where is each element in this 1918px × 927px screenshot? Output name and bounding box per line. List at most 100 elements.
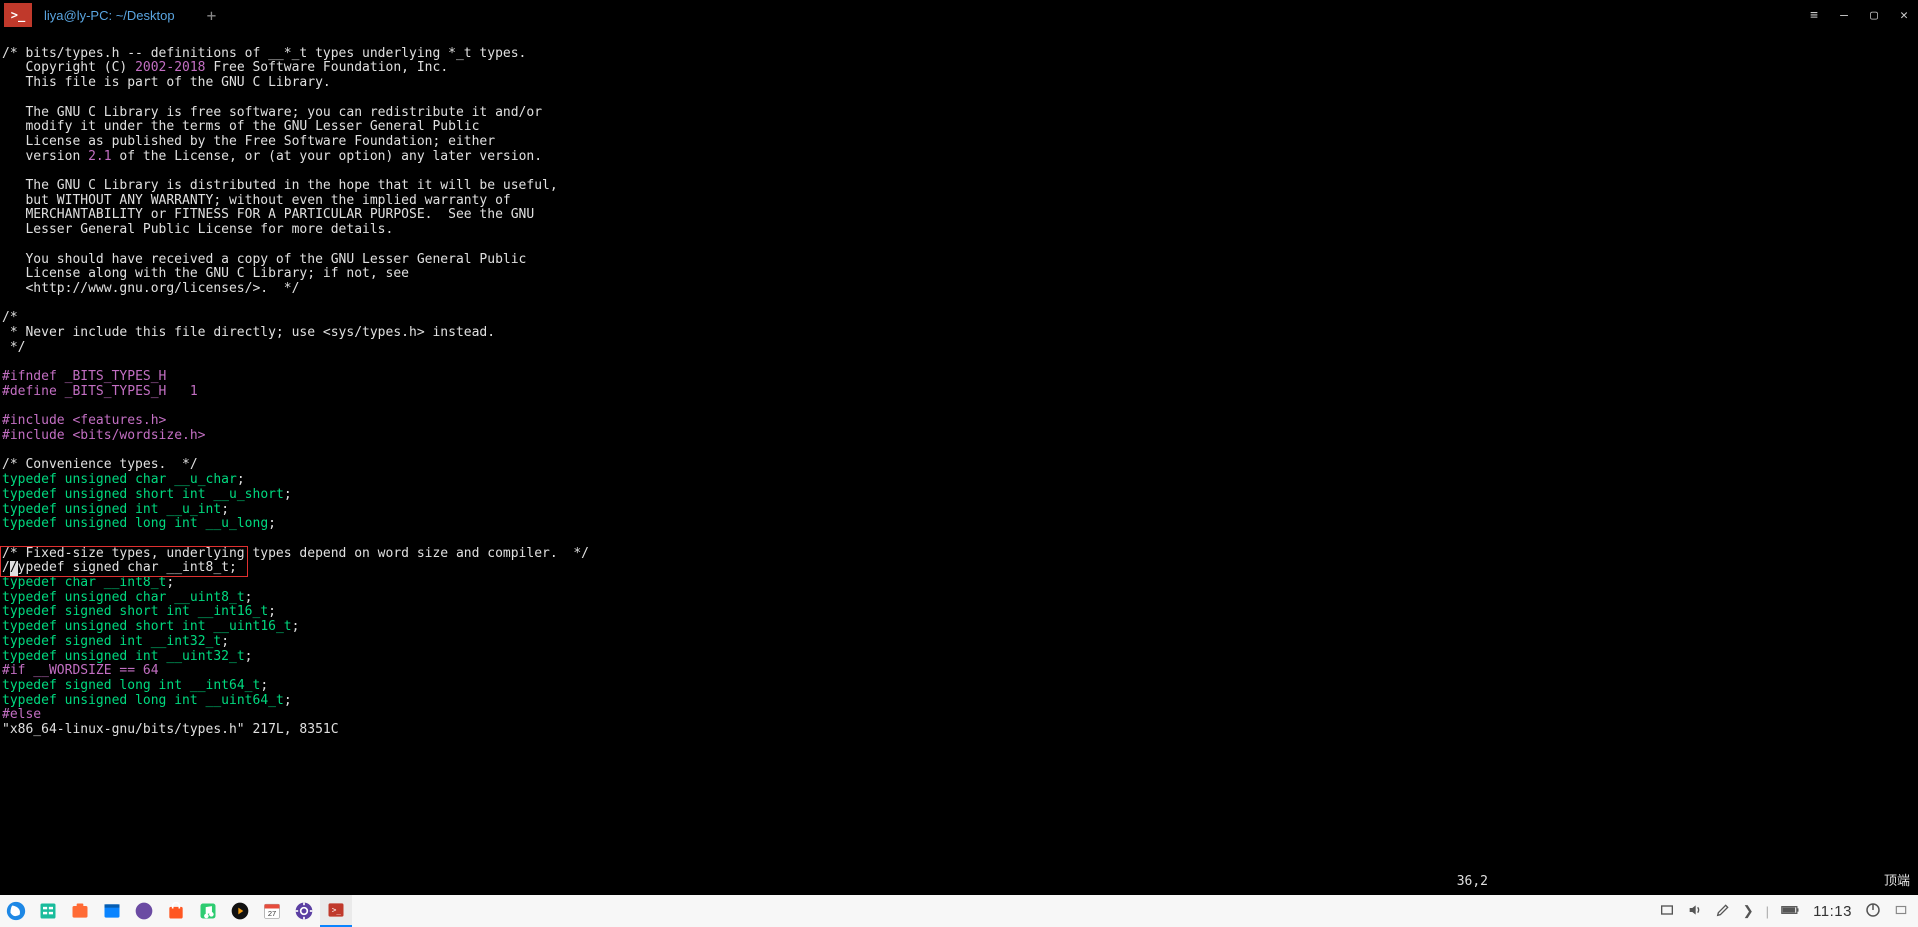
code-token: of the License, or (at your option) any … [112, 149, 542, 164]
code-token: typedef [2, 502, 57, 517]
code-token: char [135, 472, 174, 487]
media-player-icon[interactable] [224, 895, 256, 927]
battery-icon[interactable] [1781, 904, 1801, 919]
code-token: int [135, 649, 166, 664]
close-button[interactable]: ✕ [1896, 8, 1912, 23]
code-line: Lesser General Public License for more d… [2, 222, 393, 237]
code-token: <bits/wordsize.h> [72, 428, 205, 443]
tray-folder-icon[interactable] [1659, 902, 1675, 921]
code-token: ; [268, 516, 276, 531]
code-token: signed [57, 634, 120, 649]
code-token: short int [135, 619, 213, 634]
code-token: unsigned [57, 502, 135, 517]
vim-file-status: "x86_64-linux-gnu/bits/types.h" 217L, 83… [2, 722, 339, 737]
code-token: __uint64_t [206, 693, 284, 708]
taskbar: 27 >_ ❯ | 11:13 [0, 895, 1918, 927]
terminal-taskbar-icon[interactable]: >_ [320, 895, 352, 927]
code-token: Free Software Foundation, Inc. [206, 60, 449, 75]
vim-cursor-position: 36,2 [1457, 874, 1488, 889]
code-line: /* Convenience types. */ [2, 457, 198, 472]
code-token: unsigned [57, 590, 135, 605]
code-token: signed [57, 604, 120, 619]
code-token: ; [284, 693, 292, 708]
minimize-button[interactable]: — [1836, 8, 1852, 23]
code-token: int [119, 634, 150, 649]
vim-cursor: / [10, 561, 18, 576]
code-token: ; [166, 575, 174, 590]
shop-app-icon[interactable] [160, 895, 192, 927]
maximize-button[interactable]: ▢ [1866, 8, 1882, 23]
moon-app-icon[interactable] [128, 895, 160, 927]
clock[interactable]: 11:13 [1813, 903, 1852, 920]
code-line: #else [2, 707, 41, 722]
settings-icon[interactable] [288, 895, 320, 927]
code-token: typedef [2, 516, 57, 531]
code-token: typedef [2, 575, 57, 590]
code-token: ; [221, 502, 229, 517]
code-line: The GNU C Library is free software; you … [2, 105, 542, 120]
code-token: #ifndef [2, 369, 57, 384]
code-token: typedef [2, 634, 57, 649]
file-manager-icon[interactable] [32, 895, 64, 927]
code-token: 1 [190, 384, 198, 399]
browser-icon[interactable] [96, 895, 128, 927]
code-line: /* Fixed-size types, underlying types de… [2, 546, 589, 561]
volume-icon[interactable] [1687, 902, 1703, 921]
music-app-icon[interactable] [192, 895, 224, 927]
code-token: typedef [2, 590, 57, 605]
code-line: /* bits/types.h -- definitions of __*_t … [2, 46, 526, 61]
code-token: 2002-2018 [135, 60, 205, 75]
code-token: int [135, 502, 166, 517]
desktop-toggle-icon[interactable] [1894, 903, 1908, 920]
code-token: typedef [2, 604, 57, 619]
power-icon[interactable] [1864, 901, 1882, 922]
code-token: long int [135, 693, 205, 708]
code-token: typedef signed char __int8_t; [10, 560, 237, 575]
start-menu-icon[interactable] [0, 895, 32, 927]
code-token: char [57, 575, 104, 590]
code-token: __int8_t [104, 575, 167, 590]
terminal-app-icon: >_ [4, 3, 32, 27]
code-token: __uint32_t [166, 649, 244, 664]
terminal-content[interactable]: /* bits/types.h -- definitions of __*_t … [0, 30, 1918, 738]
edit-tray-icon[interactable] [1715, 902, 1731, 921]
code-token: ; [268, 604, 276, 619]
code-token: #include [2, 428, 72, 443]
new-tab-button[interactable]: + [195, 6, 229, 25]
code-token: typedef [2, 678, 57, 693]
tray-divider: | [1766, 904, 1769, 919]
code-token: typedef [2, 472, 57, 487]
code-line: Copyright (C) [2, 60, 135, 75]
code-token: ; [260, 678, 268, 693]
code-line: but WITHOUT ANY WARRANTY; without even t… [2, 193, 511, 208]
code-line: MERCHANTABILITY or FITNESS FOR A PARTICU… [2, 207, 534, 222]
code-token: unsigned [57, 487, 135, 502]
code-token: typedef [2, 619, 57, 634]
tab-title[interactable]: liya@ly-PC: ~/Desktop [40, 8, 195, 23]
code-token: unsigned [57, 472, 135, 487]
code-token: __int64_t [190, 678, 260, 693]
code-token: short int [119, 604, 197, 619]
vim-scroll-indicator: 顶端 [1884, 870, 1910, 889]
code-token: ; [292, 619, 300, 634]
code-token: 2.1 [88, 149, 111, 164]
code-token: ; [237, 472, 245, 487]
app-store-icon[interactable] [64, 895, 96, 927]
code-token: __uint16_t [213, 619, 291, 634]
code-token: ; [245, 649, 253, 664]
code-token: __u_char [174, 472, 237, 487]
code-token: __u_short [213, 487, 283, 502]
hamburger-menu-icon[interactable]: ≡ [1806, 8, 1822, 23]
tray-expand-icon[interactable]: ❯ [1743, 903, 1754, 919]
code-token: / [2, 560, 10, 575]
window-titlebar: >_ liya@ly-PC: ~/Desktop + ≡ — ▢ ✕ [0, 0, 1918, 30]
code-token: typedef [2, 693, 57, 708]
code-token: long int [135, 516, 205, 531]
code-token: __int32_t [151, 634, 221, 649]
calendar-icon[interactable]: 27 [256, 895, 288, 927]
code-token: __uint8_t [174, 590, 244, 605]
code-token: <features.h> [72, 413, 166, 428]
code-token: typedef [2, 649, 57, 664]
code-token: __u_long [206, 516, 269, 531]
code-line: modify it under the terms of the GNU Les… [2, 119, 479, 134]
